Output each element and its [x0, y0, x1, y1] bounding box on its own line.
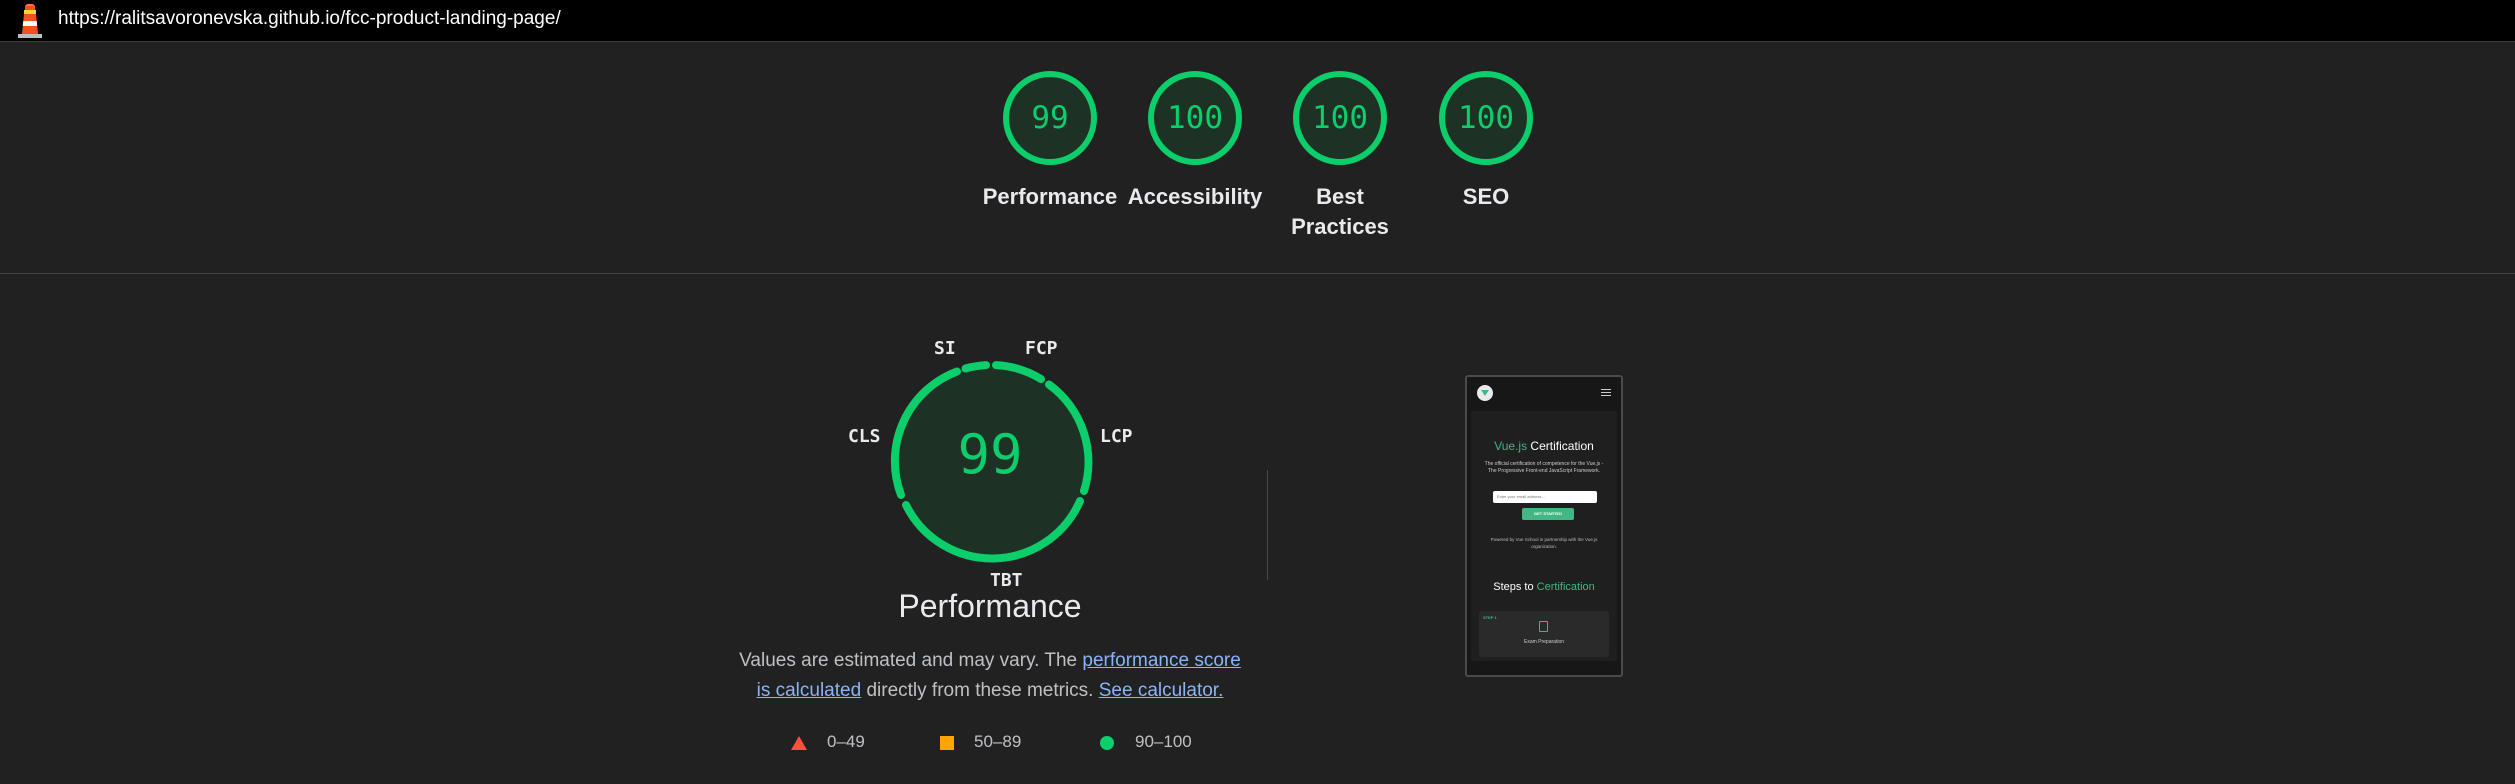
gauge-score: 100 — [1458, 100, 1514, 136]
page-screenshot-thumbnail[interactable]: Vue.js Certification The official certif… — [1465, 375, 1623, 677]
thumb-title-brand: Vue.js — [1494, 439, 1528, 453]
performance-title: Performance — [898, 588, 1082, 624]
performance-score: 99 — [957, 423, 1023, 486]
gauge-ring: 100 — [1292, 70, 1388, 166]
metric-label-cls: CLS — [848, 426, 881, 447]
gauge-label: Best Practices — [1270, 182, 1410, 242]
document-icon — [1539, 621, 1548, 632]
see-calculator-link[interactable]: See calculator. — [1099, 680, 1224, 701]
thumb-step-card: STEP 1 Exam Preparation — [1479, 611, 1609, 657]
performance-description: Values are estimated and may vary. The p… — [730, 646, 1250, 706]
legend-pass: 90–100 — [1099, 732, 1192, 752]
thumb-steps-prefix: Steps to — [1493, 581, 1537, 593]
legend-label: 50–89 — [974, 732, 1022, 751]
gauge-ring: 100 — [1147, 70, 1243, 166]
gauge-score: 99 — [1031, 100, 1069, 136]
metric-label-lcp: LCP — [1100, 426, 1133, 447]
gauge-score: 100 — [1167, 100, 1223, 136]
legend-label: 0–49 — [827, 732, 865, 751]
gauge-label-line: Best — [1316, 184, 1364, 209]
thumb-get-started-button: GET STARTED — [1522, 508, 1574, 520]
circle-icon — [1100, 735, 1114, 750]
legend-average: 50–89 — [940, 732, 1021, 752]
gauge-performance[interactable]: 99 Performance — [980, 70, 1120, 212]
square-icon — [940, 735, 954, 750]
thumb-title: Vue.js Certification — [1471, 439, 1617, 453]
gauge-label: Accessibility — [1127, 184, 1263, 209]
gauge-accessibility[interactable]: 100 Accessibility — [1125, 70, 1265, 212]
gauge-seo[interactable]: 100 SEO — [1416, 70, 1556, 212]
url-text[interactable]: https://ralitsavoronevska.github.io/fcc-… — [58, 8, 561, 30]
gauge-label-line: Practices — [1291, 214, 1389, 239]
thumb-step-label: STEP 1 — [1483, 615, 1497, 620]
gauge-best-practices[interactable]: 100 Best Practices — [1270, 70, 1410, 242]
thumb-email-input: Enter your email address... — [1493, 491, 1597, 503]
thumb-navbar — [1467, 377, 1621, 407]
thumb-powered-by: Powered by Vue School in partnership wit… — [1490, 537, 1598, 549]
metric-label-fcp: FCP — [1025, 338, 1058, 359]
thumb-steps-highlight: Certification — [1536, 581, 1595, 593]
thumb-description: The official certification of competence… — [1484, 461, 1604, 474]
vue-logo-icon — [1477, 385, 1493, 401]
hamburger-menu-icon — [1601, 389, 1611, 396]
url-bar: https://ralitsavoronevska.github.io/fcc-… — [0, 0, 2515, 42]
metric-label-si: SI — [934, 338, 956, 359]
legend-fail: 0–49 — [791, 732, 865, 752]
triangle-icon — [791, 735, 807, 750]
gauge-score: 100 — [1312, 100, 1368, 136]
vertical-divider — [1267, 470, 1268, 580]
gauge-segment-si — [961, 361, 990, 373]
lighthouse-icon — [18, 4, 42, 38]
thumb-content: Vue.js Certification The official certif… — [1471, 411, 1617, 661]
thumb-steps-heading: Steps to Certification — [1471, 581, 1617, 593]
gauge-ring: 100 — [1438, 70, 1534, 166]
description-text: directly from these metrics. — [861, 680, 1099, 701]
gauge-label: SEO — [1462, 184, 1510, 209]
score-summary: 99 Performance 100 Accessibility 100 Bes… — [0, 42, 2515, 274]
gauge-ring: 99 — [1002, 70, 1098, 166]
thumb-title-rest: Certification — [1527, 439, 1594, 453]
legend-label: 90–100 — [1135, 732, 1192, 751]
thumb-step-title: Exam Preparation — [1523, 639, 1565, 645]
description-text: Values are estimated and may vary. The — [739, 650, 1083, 671]
gauge-label: Performance — [982, 184, 1118, 209]
